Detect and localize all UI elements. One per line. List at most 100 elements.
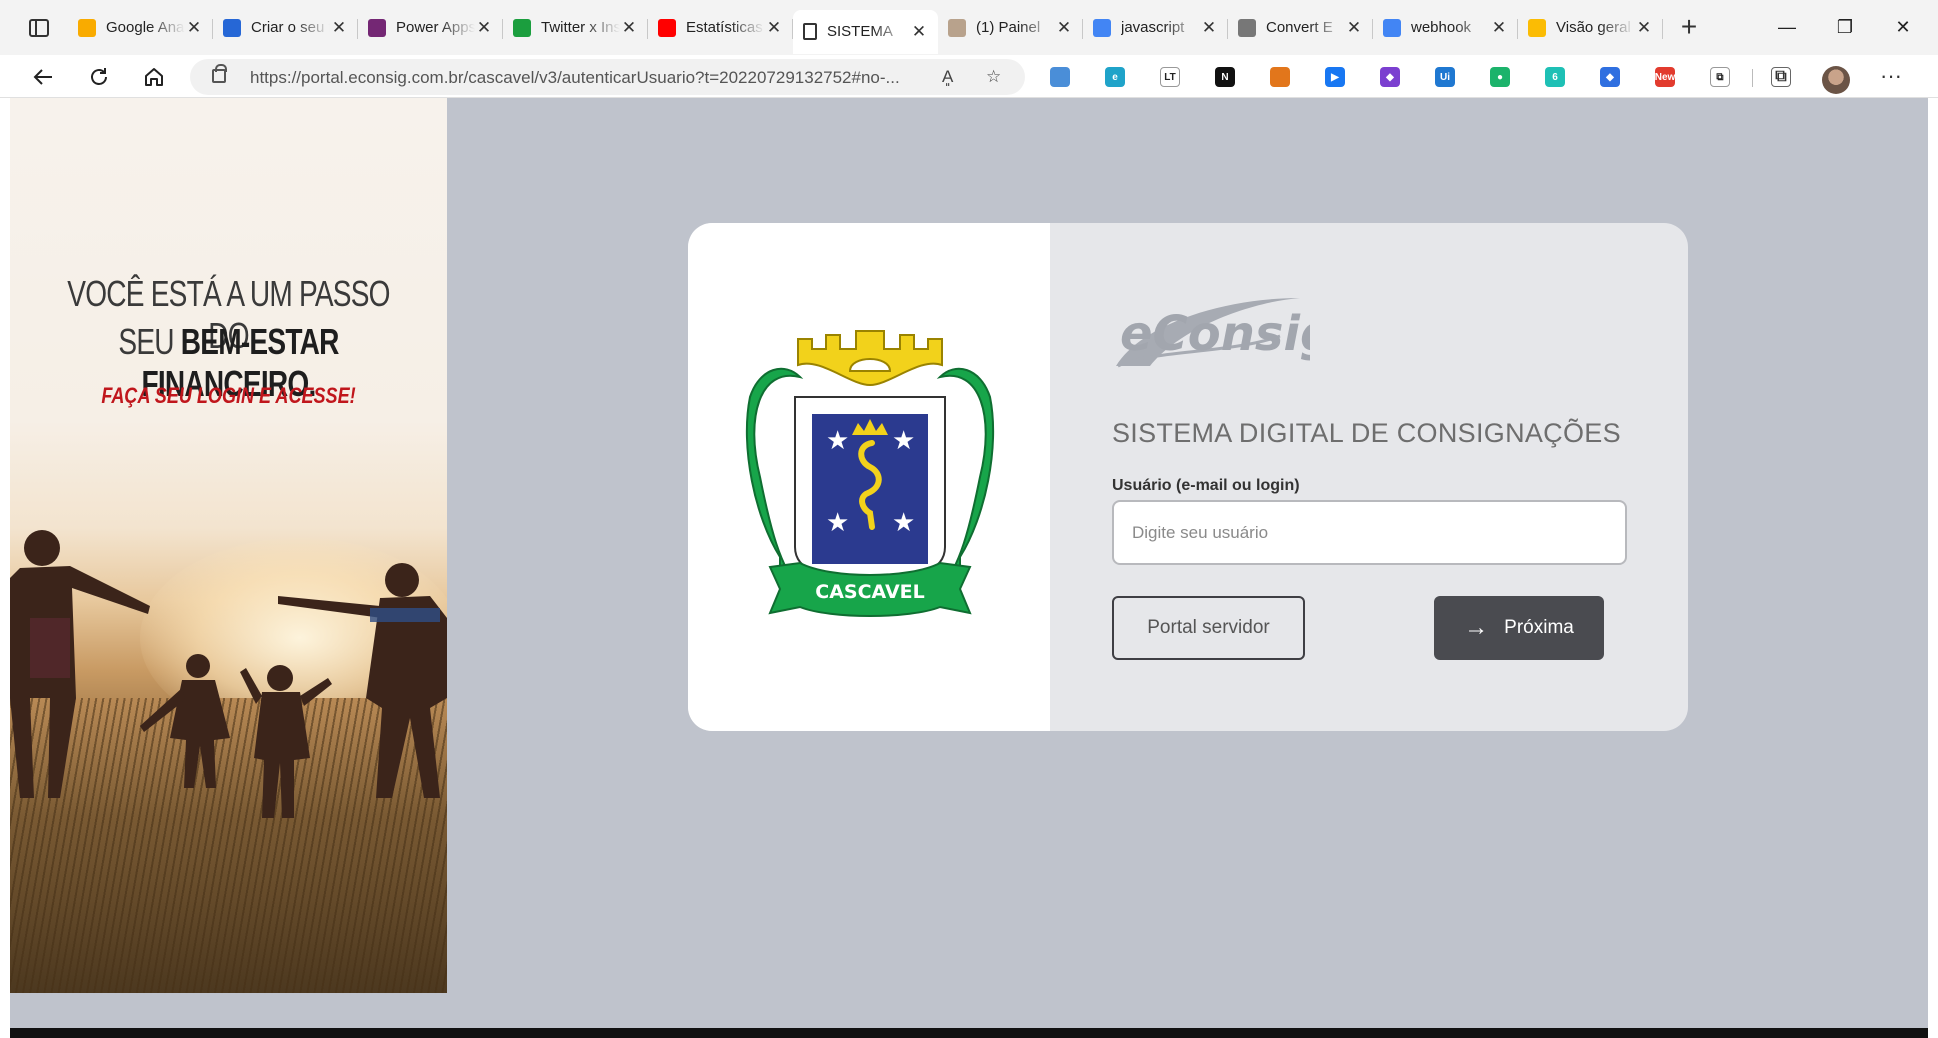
family-running-illustration (10, 530, 447, 818)
browser-tab[interactable]: javascript ✕ (1083, 10, 1228, 46)
user-field-label: Usuário (e-mail ou login) (1112, 477, 1300, 494)
edge-ext-icon[interactable]: e (1105, 67, 1125, 87)
page-bottom-bar (10, 1028, 1928, 1038)
cascavel-crest-icon: ★ ★ ★ ★ CASCAVEL (745, 330, 995, 617)
power-apps-icon (368, 18, 386, 37)
puzzle-extensions-icon[interactable]: ⧉ (1710, 67, 1730, 87)
tab-title: SISTEMA (827, 23, 893, 40)
tab-title: Convert E (1266, 19, 1333, 36)
lock-icon[interactable] (212, 64, 227, 83)
languagetool-ext-icon[interactable]: LT (1160, 67, 1180, 87)
family-silhouettes (10, 530, 447, 818)
tab-close-icon[interactable]: ✕ (1055, 18, 1073, 37)
profile-avatar[interactable] (1822, 66, 1850, 94)
browser-tab[interactable]: Criar o seu fluxo✕ (213, 10, 358, 46)
new-badge-ext-icon[interactable]: New (1655, 67, 1675, 87)
close-window-icon[interactable]: ✕ (1874, 0, 1932, 55)
tab-close-icon[interactable]: ✕ (475, 18, 493, 37)
url-text[interactable]: https://portal.econsig.com.br/cascavel/v… (250, 68, 900, 88)
svg-text:★: ★ (892, 426, 915, 456)
new-tab-button[interactable]: + (1669, 8, 1709, 48)
tab-actions-button[interactable] (10, 8, 68, 48)
tab-close-icon[interactable]: ✕ (1345, 18, 1363, 37)
striped-shirt (370, 608, 440, 622)
arrow-right-icon: → (1464, 614, 1489, 641)
user-input[interactable] (1112, 500, 1627, 565)
notion-ext-icon[interactable]: N (1215, 67, 1235, 87)
green-lock-ext-icon[interactable]: ● (1490, 67, 1510, 87)
player-ext-icon[interactable]: ▶ (1325, 67, 1345, 87)
tab-title: (1) Painel (976, 19, 1041, 36)
home-button[interactable] (137, 60, 171, 94)
crest-city-label: CASCAVEL (815, 581, 924, 603)
purple-ext-icon[interactable]: ◆ (1380, 67, 1400, 87)
econsig-logo: eConsig (1116, 298, 1310, 368)
metamask-ext-icon[interactable] (1270, 67, 1290, 87)
more-options-icon[interactable]: ··· (1880, 63, 1902, 89)
card-crest-panel: ★ ★ ★ ★ CASCAVEL (688, 223, 1050, 731)
translate-ext-icon[interactable] (1050, 67, 1070, 87)
tab-strip: Google Analytics✕Criar o seu fluxo✕Power… (0, 0, 1938, 55)
tab-close-icon[interactable]: ✕ (620, 18, 638, 37)
refresh-icon (91, 68, 107, 85)
red-shirt (30, 618, 70, 678)
refresh-button[interactable] (82, 60, 116, 94)
browser-toolbar: https://portal.econsig.com.br/cascavel/v… (0, 55, 1938, 98)
favorite-star-icon[interactable]: ☆ (986, 67, 1001, 87)
tab-actions-icon (29, 18, 49, 37)
browser-tab[interactable]: Twitter x Instagram✕ (503, 10, 648, 46)
toolbar-divider (1752, 69, 1753, 87)
next-button[interactable]: → Próxima (1434, 596, 1604, 660)
tab-title: webhook (1411, 19, 1472, 36)
browser-tab[interactable]: Estatísticas ✕ (648, 10, 793, 46)
browser-tab[interactable]: (1) Painel ✕ (938, 10, 1083, 46)
next-button-label: Próxima (1504, 617, 1574, 638)
browser-window: Google Analytics✕Criar o seu fluxo✕Power… (0, 0, 1938, 1038)
tab-title: Twitter x Instagram (541, 19, 620, 36)
youtube-icon (658, 18, 676, 37)
minimize-icon[interactable]: — (1758, 0, 1816, 55)
browser-tab[interactable]: Google Analytics✕ (68, 10, 213, 46)
read-aloud-icon[interactable]: A͈ (942, 67, 953, 87)
power-automate-icon (223, 18, 241, 37)
analytics-icon (78, 18, 96, 37)
tab-title: Criar o seu fluxo (251, 19, 330, 36)
tab-close-icon[interactable]: ✕ (765, 18, 783, 37)
browser-tab[interactable]: Visão geral ✕ (1518, 10, 1663, 46)
six-ext-icon[interactable]: 6 (1545, 67, 1565, 87)
address-bar[interactable]: https://portal.econsig.com.br/cascavel/v… (190, 59, 1025, 95)
uipath-ext-icon[interactable]: Ui (1435, 67, 1455, 87)
tab-close-icon[interactable]: ✕ (910, 22, 928, 41)
browser-tab[interactable]: webhook ✕ (1373, 10, 1518, 46)
banner-line2-prefix: SEU (118, 321, 181, 362)
google-ads-icon (1528, 18, 1546, 37)
collections-icon[interactable]: ⧉ (1771, 67, 1791, 87)
login-card: ★ ★ ★ ★ CASCAVEL eConsig (688, 223, 1688, 731)
restore-icon[interactable]: ❐ (1816, 0, 1874, 55)
back-button[interactable] (26, 60, 60, 94)
browser-tab[interactable]: Convert E ✕ (1228, 10, 1373, 46)
tab-close-icon[interactable]: ✕ (1635, 18, 1653, 37)
tab-title: javascript (1121, 19, 1185, 36)
portal-servidor-button[interactable]: Portal servidor (1112, 596, 1305, 660)
tab-close-icon[interactable]: ✕ (1490, 18, 1508, 37)
svg-text:★: ★ (826, 426, 849, 456)
browser-tab[interactable]: Power Apps ✕ (358, 10, 503, 46)
tag-ext-icon[interactable]: ◆ (1600, 67, 1620, 87)
tab-title: Power Apps (396, 19, 475, 36)
tab-title: Estatísticas (686, 19, 763, 36)
tab-title: Visão geral (1556, 19, 1631, 36)
page-content: VOCÊ ESTÁ A UM PASSO DO SEU BEM-ESTAR FI… (10, 98, 1928, 1028)
tab-close-icon[interactable]: ✕ (185, 18, 203, 37)
google-icon (1093, 18, 1111, 37)
tab-close-icon[interactable]: ✕ (330, 18, 348, 37)
banner-cta: FAÇA SEU LOGIN E ACESSE! (101, 383, 356, 408)
svg-text:★: ★ (892, 508, 915, 538)
system-title: SISTEMA DIGITAL DE CONSIGNAÇÕES (1112, 418, 1621, 448)
tab-close-icon[interactable]: ✕ (1200, 18, 1218, 37)
browser-tab[interactable]: SISTEMA ✕ (793, 9, 938, 54)
page-icon (803, 23, 817, 40)
google-icon (1383, 18, 1401, 37)
login-form-panel: eConsig SISTEMA DIGITAL DE CONSIGNAÇÕES … (1050, 223, 1688, 731)
svg-text:★: ★ (826, 508, 849, 538)
